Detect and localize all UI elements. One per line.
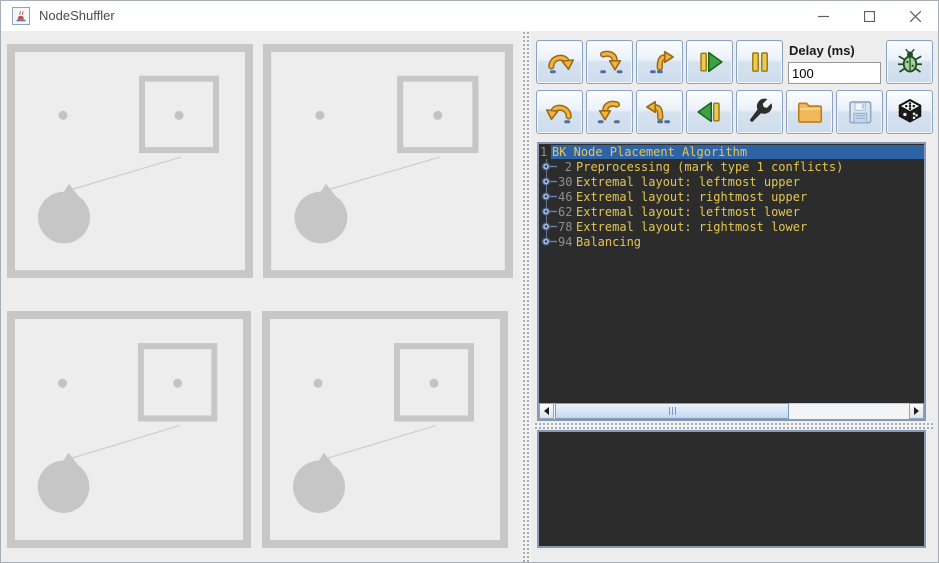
minimize-icon: [818, 11, 829, 22]
play-backward-icon: [695, 97, 725, 127]
step-out-forward-button[interactable]: [636, 40, 683, 84]
bug-icon: [895, 47, 925, 77]
arrow-into-forward-icon: [595, 47, 625, 77]
arrow-over-forward-icon: [545, 47, 575, 77]
app-window: NodeShuffler Delay (ms): [0, 0, 939, 563]
delay-group: Delay (ms): [788, 40, 883, 84]
step-label: Extremal layout: rightmost upper: [576, 190, 807, 204]
left-arrow-icon: [540, 407, 549, 415]
debug-button[interactable]: [886, 40, 933, 84]
tree-row-78[interactable]: 78 Extremal layout: rightmost lower: [539, 219, 924, 234]
step-number: 2: [558, 160, 572, 174]
step-number: 30: [558, 175, 572, 189]
floppy-disk-icon: [845, 97, 875, 127]
tree-expand-handle-icon[interactable]: [540, 159, 558, 174]
play-forward-button[interactable]: [686, 40, 733, 84]
window-controls: [800, 1, 938, 31]
toolbar-row-2: [536, 90, 936, 134]
graph-canvas[interactable]: [1, 31, 522, 563]
folder-icon: [795, 97, 825, 127]
pause-button[interactable]: [736, 40, 783, 84]
tree-expand-handle-icon[interactable]: [540, 234, 558, 249]
tree-expand-handle-icon[interactable]: [540, 189, 558, 204]
tree-row-30[interactable]: 30 Extremal layout: leftmost upper: [539, 174, 924, 189]
thumb-grip-icon: [672, 407, 673, 415]
algorithm-tree-panel: 1BK Node Placement Algorithm2 Preprocessi…: [537, 142, 926, 421]
step-label: Extremal layout: rightmost lower: [576, 220, 807, 234]
horizontal-scrollbar[interactable]: [539, 403, 924, 419]
step-into-forward-button[interactable]: [586, 40, 633, 84]
step-out-backward-button[interactable]: [636, 90, 683, 134]
tree-row-2[interactable]: 2 Preprocessing (mark type 1 conflicts): [539, 159, 924, 174]
maximize-button[interactable]: [846, 1, 892, 31]
step-number: 94: [558, 235, 572, 249]
step-label: BK Node Placement Algorithm: [551, 145, 924, 159]
dice-icon: [895, 97, 925, 127]
tree-row-46[interactable]: 46 Extremal layout: rightmost upper: [539, 189, 924, 204]
step-number: 46: [558, 190, 572, 204]
control-panel: Delay (ms) 1BK Node Placement Algorithm2…: [531, 31, 939, 563]
tree-expand-handle-icon[interactable]: [540, 174, 558, 189]
step-label: Extremal layout: leftmost upper: [576, 175, 800, 189]
pause-icon: [745, 47, 775, 77]
step-number: 62: [558, 205, 572, 219]
scroll-right-button[interactable]: [909, 403, 924, 419]
skip-forward-button[interactable]: [536, 40, 583, 84]
toolbar-row-1: Delay (ms): [536, 40, 936, 84]
tree-row-1[interactable]: 1BK Node Placement Algorithm: [539, 144, 924, 159]
vertical-splitter[interactable]: [522, 31, 531, 563]
play-forward-icon: [695, 47, 725, 77]
arrow-over-backward-icon: [545, 97, 575, 127]
close-button[interactable]: [892, 1, 938, 31]
title-bar[interactable]: NodeShuffler: [1, 1, 938, 31]
settings-button[interactable]: [736, 90, 783, 134]
step-number: 78: [558, 220, 572, 234]
step-label: Balancing: [576, 235, 641, 249]
scrollbar-track[interactable]: [554, 403, 909, 419]
graph-quadrant-bottom-right[interactable]: [262, 311, 508, 548]
right-arrow-icon: [914, 407, 923, 415]
output-console-panel: [537, 430, 926, 548]
tree-row-94[interactable]: 94 Balancing: [539, 234, 924, 249]
randomize-button[interactable]: [886, 90, 933, 134]
step-number: 1: [540, 145, 548, 159]
graph-quadrant-top-right[interactable]: [263, 44, 513, 278]
maximize-icon: [864, 11, 875, 22]
tree-expand-handle-icon[interactable]: [540, 219, 558, 234]
step-label: Extremal layout: leftmost lower: [576, 205, 800, 219]
tree-expand-handle-icon[interactable]: [540, 204, 558, 219]
delay-input[interactable]: [788, 62, 881, 84]
arrow-into-backward-icon: [595, 97, 625, 127]
arrow-out-backward-icon: [645, 97, 675, 127]
close-icon: [910, 11, 921, 22]
window-title: NodeShuffler: [39, 1, 115, 31]
graph-quadrant-bottom-left[interactable]: [7, 311, 251, 548]
minimize-button[interactable]: [800, 1, 846, 31]
play-backward-button[interactable]: [686, 90, 733, 134]
step-into-backward-button[interactable]: [586, 90, 633, 134]
scroll-left-button[interactable]: [539, 403, 554, 419]
save-button[interactable]: [836, 90, 883, 134]
open-button[interactable]: [786, 90, 833, 134]
java-coffee-icon: [12, 7, 30, 25]
skip-backward-button[interactable]: [536, 90, 583, 134]
horizontal-splitter[interactable]: [534, 422, 933, 429]
scrollbar-thumb[interactable]: [555, 403, 789, 419]
wrench-icon: [745, 97, 775, 127]
arrow-out-forward-icon: [645, 47, 675, 77]
graph-quadrant-top-left[interactable]: [7, 44, 253, 278]
delay-label: Delay (ms): [789, 43, 883, 58]
tree-row-62[interactable]: 62 Extremal layout: leftmost lower: [539, 204, 924, 219]
step-label: Preprocessing (mark type 1 conflicts): [576, 160, 843, 174]
algorithm-tree: 1BK Node Placement Algorithm2 Preprocessi…: [539, 144, 924, 403]
